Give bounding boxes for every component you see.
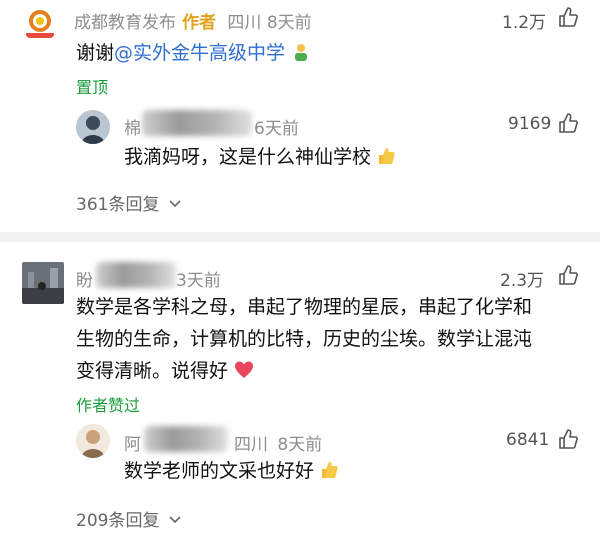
chevron-down-icon (169, 200, 181, 208)
comment-text-line: 变得清晰。说得好 (76, 356, 254, 387)
person-emoji (295, 44, 308, 61)
author-name[interactable]: 盼 (76, 271, 93, 291)
comment-time: 8天前 (277, 435, 323, 455)
like-count: 2.3万 (500, 271, 545, 291)
comment-location: 四川 (227, 13, 262, 33)
comment-time: 6天前 (254, 119, 299, 139)
comment-author-row: 成都教育发布 作者 四川 8天前 (74, 8, 312, 33)
reply-author-row: 阿 (124, 430, 141, 455)
redacted-name-blur (142, 110, 252, 136)
heart-emoji (235, 361, 254, 378)
thumbs-up-emoji (322, 462, 338, 478)
comment-location: 四川 (234, 435, 268, 455)
like-count: 6841 (506, 430, 550, 450)
author-badge: 作者 (182, 13, 216, 33)
avatar-photo (76, 110, 110, 144)
comment-text-line: 数学是各学科之母，串起了物理的星辰，串起了化学和 (76, 296, 533, 318)
expand-replies-button[interactable]: 209条回复 (76, 506, 181, 531)
comment-meta: 四川 8天前 (234, 430, 322, 455)
avatar[interactable] (22, 6, 58, 42)
thumbs-up-outline-icon[interactable] (558, 112, 578, 134)
author-name[interactable]: 棉 (124, 119, 141, 139)
thumbs-up-emoji (379, 148, 395, 164)
redacted-name-blur (144, 426, 228, 452)
comment-time: 8天前 (266, 13, 312, 33)
expand-replies-button[interactable]: 361条回复 (76, 190, 181, 215)
like-count: 1.2万 (502, 13, 547, 33)
author-name[interactable]: 成都教育发布 (74, 13, 176, 33)
redacted-name-blur (96, 262, 176, 288)
reply-text: 我滴妈呀，这是什么神仙学校 (124, 142, 397, 173)
thumbs-up-outline-icon[interactable] (558, 428, 578, 450)
like-count: 9169 (508, 114, 552, 134)
thumbs-up-outline-icon[interactable] (558, 264, 578, 286)
comment-author-row: 盼 (76, 266, 93, 291)
pinned-label: 置顶 (76, 78, 109, 97)
thumbs-up-outline-icon[interactable] (558, 6, 578, 28)
reply-text: 数学老师的文采也好好 (124, 456, 340, 487)
author-liked-label: 作者赞过 (76, 396, 141, 415)
comment-time: 3天前 (176, 271, 221, 291)
avatar-photo (76, 424, 110, 458)
avatar-photo (22, 262, 64, 304)
avatar[interactable] (76, 110, 110, 144)
avatar[interactable] (76, 424, 110, 458)
comment-text: 谢谢@实外金牛高级中学 (76, 38, 311, 69)
mention-link[interactable]: @实外金牛高级中学 (114, 42, 285, 64)
reply-author-row: 棉 (124, 114, 141, 139)
comment-text-line: 生物的生命，计算机的比特，历史的尘埃。数学让混沌 (76, 328, 533, 350)
author-name[interactable]: 阿 (124, 435, 141, 455)
org-logo-icon (26, 10, 54, 38)
avatar[interactable] (22, 262, 64, 304)
chevron-down-icon (169, 516, 181, 524)
comment-divider (0, 232, 600, 242)
